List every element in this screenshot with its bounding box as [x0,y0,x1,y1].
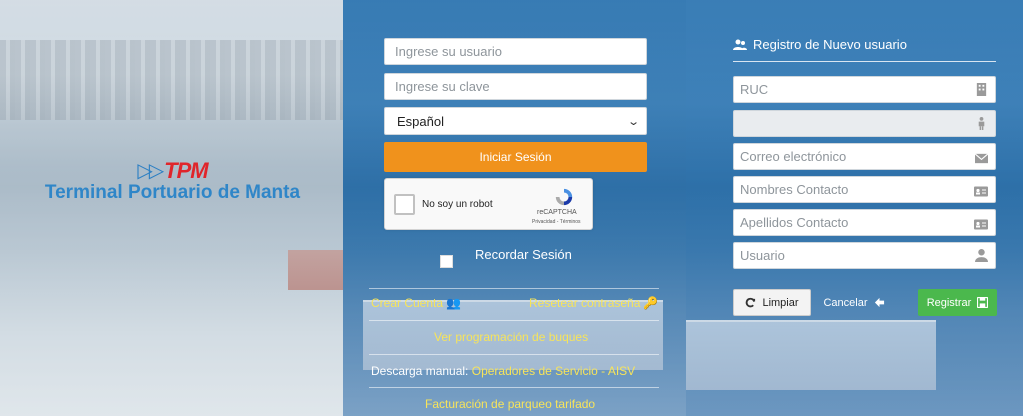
manual-aisv-link[interactable]: AISV [608,364,635,378]
ship-schedule-link[interactable]: Ver programación de buques [434,330,588,344]
save-icon [977,297,989,308]
reset-password-link[interactable]: Resetear contraseña 🔑 [529,296,658,310]
divider [369,320,659,321]
email-input[interactable] [734,144,969,169]
manual-separator: - [601,364,606,378]
port-panorama-left [0,0,343,416]
chevron-down-icon: ⌄ [626,115,640,128]
manual-download-row: Descarga manual: Operadores de Servicio … [371,364,635,378]
logo-arrow-icon: ▷▷ [137,160,164,182]
language-select-value: Español [397,113,444,129]
username-register-input[interactable] [734,243,969,268]
parking-billing-link[interactable]: Facturación de parqueo tarifado [425,397,595,411]
login-button[interactable]: Iniciar Sesión [384,142,647,172]
contact-names-input[interactable] [734,177,969,202]
recaptcha-checkbox[interactable] [394,194,415,215]
tpm-logo: ▷▷ TPM Terminal Portuario de Manta [40,158,305,204]
username-input[interactable] [384,38,647,65]
arrow-left-icon [874,297,884,308]
envelope-icon [975,153,988,164]
username-register-field[interactable] [733,242,996,269]
divider [369,288,659,289]
remember-session[interactable]: Recordar Sesión [440,247,572,268]
email-field[interactable] [733,143,996,170]
company-name-input [734,111,969,136]
register-title: Registro de Nuevo usuario [733,37,907,52]
divider [369,387,659,388]
remember-label: Recordar Sesión [475,247,572,262]
create-account-link[interactable]: Crear Cuenta 👥 [371,296,461,310]
cruise-ship-image [686,320,936,390]
company-name-field [733,110,996,137]
password-input[interactable] [384,73,647,100]
logo-mark: TPM [164,158,208,183]
contact-names-field[interactable] [733,176,996,203]
clear-button[interactable]: Limpiar [733,289,811,316]
language-select[interactable]: Español ⌄ [384,107,647,135]
recaptcha-label: No soy un robot [422,199,493,210]
person-icon [978,117,985,130]
divider [369,354,659,355]
register-title-label: Registro de Nuevo usuario [753,37,907,52]
key-icon: 🔑 [643,296,659,310]
city-skyline [0,40,343,120]
refresh-icon [746,297,756,308]
clear-label: Limpiar [762,296,799,309]
building-icon [976,83,987,96]
create-account-label: Crear Cuenta [371,296,444,310]
id-card-icon [974,219,988,230]
reset-password-label: Resetear contraseña [529,296,641,310]
register-divider [733,61,996,62]
contact-lastnames-field[interactable] [733,209,996,236]
id-card-icon [974,186,988,197]
cancel-label: Cancelar [823,296,868,309]
remember-checkbox[interactable] [440,255,453,268]
contact-lastnames-input[interactable] [734,210,969,235]
port-panorama-right [686,0,1023,416]
user-icon [975,249,988,262]
manual-operators-link[interactable]: Operadores de Servicio [472,364,598,378]
cancel-button[interactable]: Cancelar [814,289,894,316]
manual-prefix: Descarga manual: [371,364,469,378]
logo-name: Terminal Portuario de Manta [44,182,301,203]
users-icon [733,39,747,50]
recaptcha-widget: No soy un robot reCAPTCHA Privacidad - T… [384,178,593,230]
register-button[interactable]: Registrar [918,289,997,316]
register-label: Registrar [926,296,972,309]
recaptcha-terms[interactable]: Privacidad - Términos [532,219,581,225]
ruc-field[interactable] [733,76,996,103]
ruc-input[interactable] [734,77,969,102]
recaptcha-icon [555,188,573,206]
cargo-ship-image [288,250,343,290]
add-users-icon: 👥 [446,296,461,310]
recaptcha-brand: reCAPTCHA [537,209,577,216]
